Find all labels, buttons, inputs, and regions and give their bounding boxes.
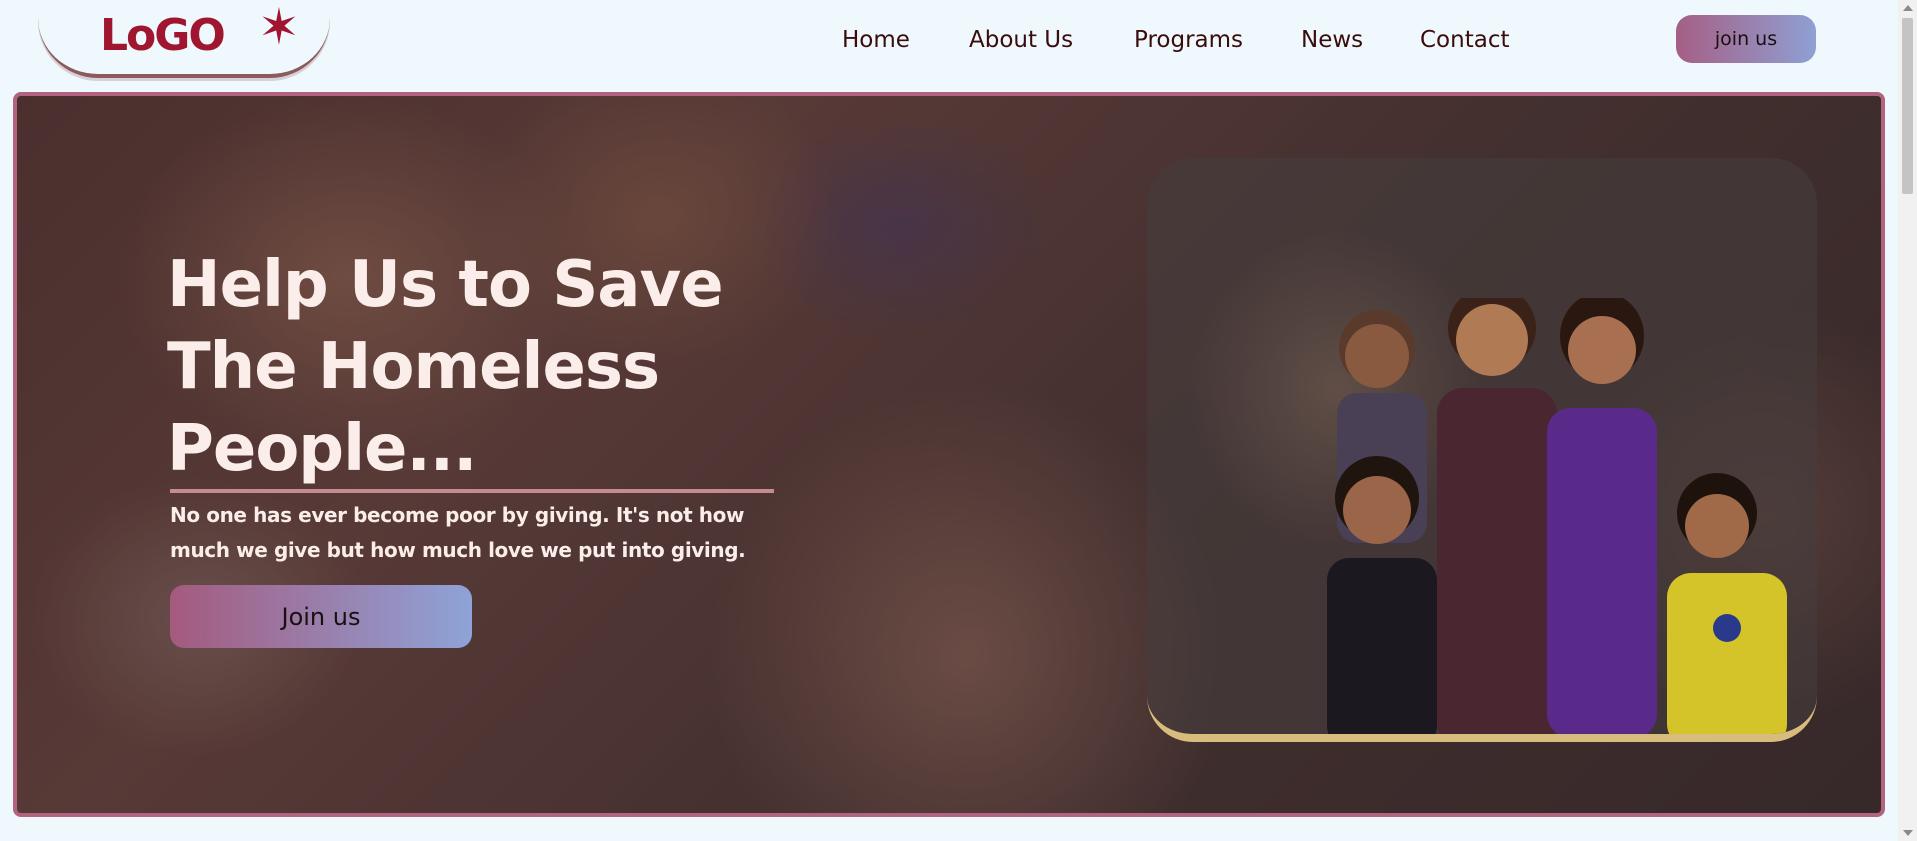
hero-title: Help Us to Save The Homeless People... [167, 248, 724, 486]
logo-text: LoGO [100, 10, 226, 61]
site-header: LoGO ✶ Home About Us Programs News Conta… [0, 0, 1898, 92]
header-join-button[interactable]: join us [1676, 15, 1816, 63]
scroll-up-arrow-icon[interactable] [1903, 5, 1913, 11]
logo[interactable]: LoGO ✶ [38, 0, 330, 78]
nav-contact[interactable]: Contact [1420, 24, 1509, 56]
title-underline [170, 489, 774, 493]
children-photo-card [1147, 158, 1817, 742]
hero-join-button[interactable]: Join us [170, 585, 472, 648]
hero-subtitle: No one has ever become poor by giving. I… [170, 503, 746, 562]
page-scrollbar[interactable] [1898, 0, 1917, 841]
star-icon: ✶ [258, 0, 300, 56]
scroll-down-arrow-icon[interactable] [1903, 830, 1913, 836]
nav-about-us[interactable]: About Us [969, 24, 1073, 56]
scrollbar-thumb[interactable] [1902, 18, 1913, 194]
hero-section: Help Us to Save The Homeless People... N… [13, 92, 1885, 817]
nav-news[interactable]: News [1301, 24, 1363, 56]
nav-home[interactable]: Home [842, 24, 910, 56]
nav-programs[interactable]: Programs [1134, 24, 1243, 56]
children-photo [1327, 298, 1787, 734]
